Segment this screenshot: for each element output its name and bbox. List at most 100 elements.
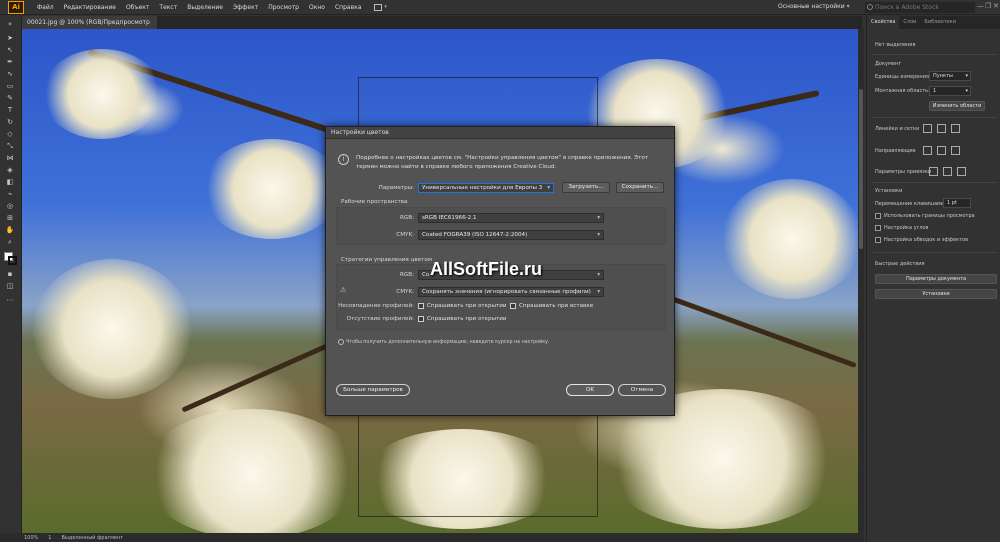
menu-file[interactable]: Файл — [32, 4, 59, 11]
policy-cmyk-select[interactable]: Сохранять значения (игнорировать связанн… — [418, 287, 604, 297]
keyboard-increment-input[interactable]: 1 pt — [943, 198, 971, 208]
arrange-documents-button[interactable]: ▾ — [374, 2, 392, 12]
preferences-button[interactable]: Установки — [875, 289, 997, 299]
divider — [873, 252, 997, 253]
panel-tabs: Свойства Слои Библиотеки — [867, 16, 1000, 29]
menu-edit[interactable]: Редактирование — [59, 4, 121, 11]
info-icon: i — [338, 154, 349, 165]
preferences-heading: Установки — [875, 188, 903, 194]
snap-to-glyph-icon[interactable] — [957, 167, 966, 176]
lock-guides-icon[interactable] — [937, 146, 946, 155]
menu-object[interactable]: Объект — [121, 4, 154, 11]
gradient-tool-icon[interactable]: ◧ — [5, 178, 15, 186]
vertical-scrollbar[interactable] — [858, 29, 864, 533]
tab-libraries[interactable]: Библиотеки — [920, 16, 960, 29]
ask-on-paste-checkbox[interactable] — [510, 303, 516, 309]
checkbox-scale-corners[interactable] — [875, 225, 881, 231]
grid-icon[interactable] — [937, 124, 946, 133]
ask-on-open-checkbox[interactable] — [418, 303, 424, 309]
photo-blossom — [32, 259, 192, 399]
snap-to-pixel-icon[interactable] — [943, 167, 952, 176]
type-tool-icon[interactable]: T — [5, 106, 15, 114]
artboard-tool-icon[interactable]: ⊞ — [5, 214, 15, 222]
save-button[interactable]: Сохранить... — [616, 182, 664, 193]
status-mode[interactable]: Выделенный фрагмент — [61, 535, 123, 541]
scale-tool-icon[interactable]: ⤡ — [5, 142, 15, 150]
ok-button[interactable]: OK — [566, 384, 614, 396]
workspace-switcher[interactable]: Основные настройки ▾ — [778, 3, 858, 13]
units-select[interactable]: Пункты ▾ — [929, 71, 971, 81]
working-spaces-heading: Рабочие пространства — [341, 199, 408, 205]
policy-rgb-label: RGB: — [400, 272, 414, 278]
load-button[interactable]: Загрузить... — [562, 182, 610, 193]
artboard-label: Монтажная область: — [875, 88, 930, 94]
close-window-button[interactable]: ✕ — [993, 2, 999, 10]
ruler-icon[interactable] — [923, 124, 932, 133]
blend-tool-icon[interactable]: ◎ — [5, 202, 15, 210]
paintbrush-tool-icon[interactable]: ✎ — [5, 94, 15, 102]
menu-effect[interactable]: Эффект — [228, 4, 263, 11]
snap-to-point-icon[interactable] — [929, 167, 938, 176]
menu-view[interactable]: Просмотр — [263, 4, 304, 11]
zoom-level[interactable]: 100% — [24, 535, 38, 541]
menu-select[interactable]: Выделение — [182, 4, 228, 11]
cmyk-workspace-select[interactable]: Coated FOGRA39 (ISO 12647-2:2004) ▾ — [418, 230, 604, 240]
cancel-button[interactable]: Отмена — [618, 384, 666, 396]
show-guides-icon[interactable] — [923, 146, 932, 155]
maximize-button[interactable]: ❐ — [985, 2, 991, 10]
photo-blossom — [722, 179, 862, 299]
transparency-grid-icon[interactable] — [951, 124, 960, 133]
collapse-toolbar-icon[interactable]: « — [5, 20, 15, 28]
settings-select[interactable]: Универсальные настройки для Европы 3 ▾ — [418, 183, 554, 193]
missing-ask-on-open-checkbox[interactable] — [418, 316, 424, 322]
width-tool-icon[interactable]: ⋈ — [5, 154, 15, 162]
document-tab[interactable]: 00021.jpg @ 100% (RGB/Предпросмотр GPU)× — [22, 16, 157, 39]
checkbox-view-bounds[interactable] — [875, 213, 881, 219]
menu-window[interactable]: Окно — [304, 4, 330, 11]
missing-ask-on-open-label: Спрашивать при открытии — [427, 316, 507, 322]
dialog-title: Настройки цветов — [326, 127, 674, 139]
shape-builder-tool-icon[interactable]: ◈ — [5, 166, 15, 174]
smart-guides-icon[interactable] — [951, 146, 960, 155]
chevron-down-icon: ▾ — [547, 185, 550, 191]
artboard-navigator[interactable]: 1 — [48, 535, 51, 541]
pen-tool-icon[interactable]: ✒ — [5, 58, 15, 66]
layout-grid-icon — [374, 3, 383, 11]
more-options-button[interactable]: Больше параметров — [336, 384, 410, 396]
checkbox-scale-strokes[interactable] — [875, 237, 881, 243]
edit-artboards-button[interactable]: Изменить области — [929, 101, 985, 111]
curvature-tool-icon[interactable]: ∿ — [5, 70, 15, 78]
dialog-hint-text: Чтобы получить дополнительную информацию… — [346, 340, 550, 345]
color-mode-icon[interactable]: ▪ — [5, 270, 15, 278]
selection-tool-icon[interactable]: ➤ — [5, 34, 15, 42]
watermark-text: AllSoftFile.ru — [430, 259, 542, 279]
scrollbar-thumb[interactable] — [859, 89, 863, 249]
menu-type[interactable]: Текст — [154, 4, 182, 11]
menu-help[interactable]: Справка — [330, 4, 366, 11]
zoom-tool-icon[interactable]: ⌕ — [5, 238, 15, 246]
rgb-workspace-select[interactable]: sRGB IEC61966-2.1 ▾ — [418, 213, 604, 223]
eyedropper-tool-icon[interactable]: ⌁ — [5, 190, 15, 198]
stroke-swatch-icon[interactable] — [8, 256, 17, 265]
direct-selection-tool-icon[interactable]: ↖ — [5, 46, 15, 54]
hand-tool-icon[interactable]: ✋ — [5, 226, 15, 234]
document-setup-button[interactable]: Параметры документа — [875, 274, 997, 284]
more-tools-icon[interactable]: ⋯ — [5, 296, 15, 304]
settings-label: Параметры: — [378, 185, 414, 191]
tab-layers[interactable]: Слои — [899, 16, 920, 29]
guides-label: Направляющие — [875, 148, 916, 154]
stock-search-input[interactable]: Поиск в Adobe Stock — [865, 2, 975, 13]
tab-properties[interactable]: Свойства — [867, 16, 900, 29]
mismatch-label: Несовпадение профилей: — [338, 303, 414, 309]
rectangle-tool-icon[interactable]: ▭ — [5, 82, 15, 90]
rotate-tool-icon[interactable]: ↻ — [5, 118, 15, 126]
divider — [873, 182, 997, 183]
document-heading: Документ — [875, 61, 901, 67]
eraser-tool-icon[interactable]: ◇ — [5, 130, 15, 138]
drawing-mode-icon[interactable]: ◫ — [5, 282, 15, 290]
rgb-label: RGB: — [400, 215, 414, 221]
view-bounds-label: Использовать границы просмотра — [884, 213, 975, 219]
properties-panel: Свойства Слои Библиотеки Нет выделения Д… — [866, 16, 1000, 542]
minimize-button[interactable]: — — [977, 2, 984, 10]
artboard-select[interactable]: 1 ▾ — [929, 86, 971, 96]
